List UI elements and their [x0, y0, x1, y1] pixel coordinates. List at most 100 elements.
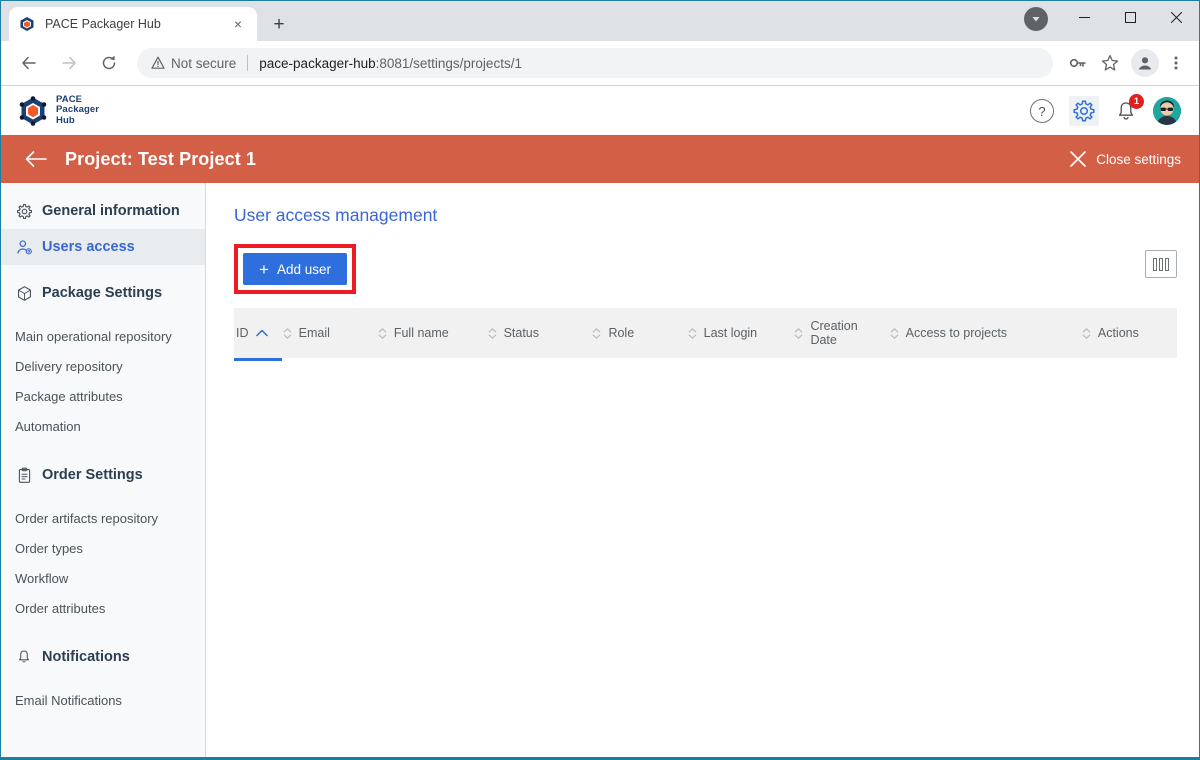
minimize-button[interactable]: [1061, 1, 1107, 33]
tab-title: PACE Packager Hub: [45, 17, 161, 31]
settings-sidebar: General information Users access Package…: [1, 183, 206, 757]
sort-asc-icon: [255, 329, 268, 337]
sidebar-item-email-notifications[interactable]: Email Notifications: [1, 685, 205, 715]
add-user-button[interactable]: + Add user: [243, 253, 347, 285]
sidebar-item-label: Main operational repository: [15, 328, 172, 344]
address-bar[interactable]: Not secure pace-packager-hub:8081/settin…: [137, 48, 1053, 78]
back-button-icon[interactable]: [13, 47, 45, 79]
content-heading: User access management: [234, 205, 438, 225]
sidebar-item-order-artifacts-repository[interactable]: Order artifacts repository: [1, 503, 205, 533]
sidebar-item-order-attributes[interactable]: Order attributes: [1, 593, 205, 623]
chrome-menu-icon[interactable]: [1161, 48, 1191, 78]
sort-icon: [688, 327, 697, 339]
reload-button-icon[interactable]: [93, 47, 125, 79]
not-secure-label: Not secure: [171, 55, 237, 71]
sidebar-item-order-types[interactable]: Order types: [1, 533, 205, 563]
gear-icon[interactable]: [1069, 95, 1099, 126]
app-logo[interactable]: PACE Packager Hub: [19, 94, 99, 127]
header-actions: ? 1: [1027, 93, 1181, 126]
back-arrow-icon[interactable]: [23, 146, 49, 172]
table-header-email[interactable]: Email: [281, 308, 376, 358]
plus-icon: +: [259, 259, 269, 279]
sidebar-item-users-access[interactable]: Users access: [1, 229, 205, 265]
column-label: Actions: [1097, 326, 1139, 340]
cube-icon: [15, 284, 33, 302]
clipboard-icon: [15, 466, 33, 484]
body: General information Users access Package…: [1, 183, 1199, 757]
omnibox-divider: [247, 55, 249, 71]
key-icon[interactable]: [1063, 48, 1093, 78]
logo-line-3: Hub: [56, 114, 75, 126]
maximize-button[interactable]: [1107, 1, 1153, 33]
table-header-id[interactable]: ID: [234, 308, 282, 361]
close-settings-button[interactable]: Close settings: [1070, 151, 1181, 167]
column-label: Status: [503, 326, 539, 340]
bell-icon[interactable]: 1: [1111, 93, 1144, 126]
browser-tab[interactable]: PACE Packager Hub ×: [9, 7, 257, 41]
sidebar-item-package-attributes[interactable]: Package attributes: [1, 381, 205, 411]
sidebar-item-general-information[interactable]: General information: [1, 193, 205, 229]
users-table: ID Email Full name Status Role Last logi…: [234, 308, 1177, 366]
sidebar-item-main-operational-repository[interactable]: Main operational repository: [1, 321, 205, 351]
help-icon[interactable]: ?: [1027, 96, 1057, 126]
not-secure-indicator[interactable]: Not secure: [151, 56, 236, 71]
sidebar-item-notifications[interactable]: Notifications: [1, 639, 205, 675]
sidebar-item-label: Delivery repository: [15, 358, 123, 374]
sidebar-item-label: Order attributes: [15, 600, 106, 616]
column-label: Last login: [703, 326, 758, 340]
cube-logo-icon: [19, 95, 47, 126]
sort-icon: [1082, 327, 1091, 339]
url-path: :8081/settings/projects/1: [375, 55, 522, 71]
sidebar-item-label: Package Settings: [42, 285, 163, 301]
close-button[interactable]: [1153, 1, 1199, 33]
close-icon[interactable]: ×: [229, 15, 247, 33]
project-bar: Project: Test Project 1 Close settings: [1, 135, 1199, 183]
table-body: [234, 358, 1177, 366]
sidebar-item-delivery-repository[interactable]: Delivery repository: [1, 351, 205, 381]
avatar[interactable]: [1153, 96, 1181, 125]
close-icon: [1070, 151, 1087, 167]
sidebar-item-label: Workflow: [15, 570, 69, 586]
sidebar-item-workflow[interactable]: Workflow: [1, 563, 205, 593]
column-label: Role: [608, 326, 635, 340]
sort-icon: [283, 327, 292, 339]
app-header: PACE Packager Hub ? 1: [1, 86, 1199, 135]
page-title: Project: Test Project 1: [65, 148, 257, 169]
sidebar-item-label: Email Notifications: [15, 692, 122, 708]
table-header-role[interactable]: Role: [590, 308, 685, 358]
sort-icon: [592, 327, 601, 339]
table-header-last-login[interactable]: Last login: [686, 308, 793, 358]
web-page: PACE Packager Hub ? 1 Project: Test Proj…: [1, 86, 1199, 757]
columns-icon: [1159, 257, 1163, 271]
sidebar-item-label: Order types: [15, 540, 83, 556]
sort-icon: [378, 327, 387, 339]
new-tab-button[interactable]: +: [265, 10, 293, 38]
sidebar-item-order-settings[interactable]: Order Settings: [1, 457, 205, 493]
sidebar-item-package-settings[interactable]: Package Settings: [1, 275, 205, 311]
table-header-actions[interactable]: Actions: [1080, 308, 1177, 358]
action-row: + Add user: [234, 244, 1177, 294]
table-header-full-name[interactable]: Full name: [376, 308, 486, 358]
window-controls: [1061, 1, 1199, 33]
table-header-access-to-projects[interactable]: Access to projects: [888, 308, 1080, 358]
bell-icon: [15, 648, 33, 666]
column-settings-button[interactable]: [1145, 250, 1177, 278]
sidebar-item-automation[interactable]: Automation: [1, 411, 205, 441]
sidebar-item-label: Order artifacts repository: [15, 510, 159, 526]
add-user-label: Add user: [276, 261, 331, 277]
table-header-creation-date[interactable]: Creation Date: [792, 308, 887, 358]
sidebar-item-label: Order Settings: [42, 467, 143, 483]
sidebar-item-label: General information: [42, 203, 180, 219]
warning-icon: [151, 56, 165, 69]
table-header-status[interactable]: Status: [486, 308, 591, 358]
url-text: pace-packager-hub:8081/settings/projects…: [259, 56, 522, 71]
download-indicator-icon[interactable]: [1024, 7, 1048, 31]
sort-icon: [890, 327, 899, 339]
profile-icon[interactable]: [1131, 49, 1159, 77]
bookmark-star-icon[interactable]: [1095, 48, 1125, 78]
browser-window: PACE Packager Hub × + Not secure pace-pa…: [0, 0, 1200, 760]
add-user-highlight: + Add user: [234, 244, 356, 294]
